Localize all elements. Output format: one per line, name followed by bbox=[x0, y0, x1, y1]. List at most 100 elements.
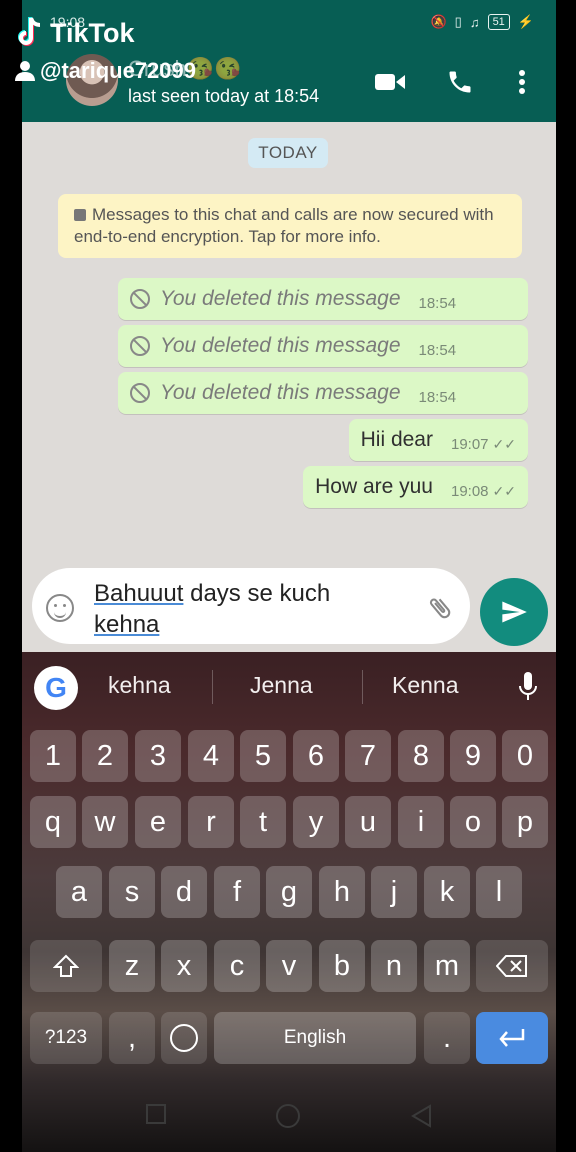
recents-button[interactable] bbox=[146, 1104, 166, 1124]
user-icon bbox=[15, 61, 35, 81]
home-button[interactable] bbox=[276, 1104, 300, 1128]
phone-icon[interactable] bbox=[442, 66, 478, 98]
key-1[interactable]: 1 bbox=[30, 730, 76, 782]
key-j[interactable]: j bbox=[371, 866, 417, 918]
message-text: You deleted this message bbox=[160, 287, 401, 310]
divider bbox=[212, 670, 213, 704]
suggestion-3[interactable]: Kenna bbox=[392, 672, 459, 699]
key-z[interactable]: z bbox=[109, 940, 155, 992]
suggestion-bar: G kehna Jenna Kenna bbox=[22, 652, 556, 720]
key-w[interactable]: w bbox=[82, 796, 128, 848]
key-v[interactable]: v bbox=[266, 940, 312, 992]
key-b[interactable]: b bbox=[319, 940, 365, 992]
key-m[interactable]: m bbox=[424, 940, 470, 992]
mic-icon[interactable] bbox=[516, 670, 540, 704]
message-bubble[interactable]: Hii dear 19:07 ✓✓ bbox=[348, 419, 528, 461]
key-3[interactable]: 3 bbox=[135, 730, 181, 782]
input-text-rest: days se kuch bbox=[183, 580, 331, 607]
key-f[interactable]: f bbox=[214, 866, 260, 918]
key-l[interactable]: l bbox=[476, 866, 522, 918]
space-key[interactable]: English bbox=[214, 1012, 416, 1064]
key-g[interactable]: g bbox=[266, 866, 312, 918]
emoji-icon[interactable] bbox=[46, 594, 74, 622]
phone-screen: 19:08 🔕 ▯ ♫ 51 ⚡ Crush😘😘 last seen today… bbox=[22, 0, 556, 1152]
enter-key[interactable] bbox=[476, 1012, 548, 1064]
key-i[interactable]: i bbox=[398, 796, 444, 848]
send-icon bbox=[502, 601, 527, 623]
more-vert-icon[interactable] bbox=[504, 66, 540, 98]
key-p[interactable]: p bbox=[502, 796, 548, 848]
emoji-key[interactable] bbox=[161, 1012, 207, 1064]
message-bubble[interactable]: You deleted this message 18:54 bbox=[118, 278, 528, 320]
suggestion-2[interactable]: Jenna bbox=[250, 672, 313, 699]
key-n[interactable]: n bbox=[371, 940, 417, 992]
video-call-icon[interactable] bbox=[372, 66, 408, 98]
encryption-notice[interactable]: Messages to this chat and calls are now … bbox=[58, 194, 522, 258]
shift-key[interactable] bbox=[30, 940, 102, 992]
key-9[interactable]: 9 bbox=[450, 730, 496, 782]
message-bubble[interactable]: How are yuu 19:08 ✓✓ bbox=[303, 466, 528, 508]
date-separator: TODAY bbox=[248, 138, 328, 168]
message-bubble[interactable]: You deleted this message 18:54 bbox=[118, 372, 528, 414]
vibrate-icon: ▯ bbox=[454, 14, 462, 29]
read-ticks-icon: ✓✓ bbox=[492, 435, 516, 452]
status-icons: 🔕 ▯ ♫ 51 ⚡ bbox=[430, 14, 534, 30]
message-time: 19:07 bbox=[450, 435, 489, 453]
key-5[interactable]: 5 bbox=[240, 730, 286, 782]
tiktok-username: @tarique72099 bbox=[14, 58, 196, 84]
key-k[interactable]: k bbox=[424, 866, 470, 918]
message-input-text[interactable]: Bahuuut days se kuch kehna bbox=[94, 578, 394, 640]
key-4[interactable]: 4 bbox=[188, 730, 234, 782]
mute-icon: 🔕 bbox=[430, 14, 447, 29]
charging-icon: ⚡ bbox=[517, 14, 534, 29]
enter-icon bbox=[499, 1029, 525, 1047]
comma-key[interactable]: , bbox=[109, 1012, 155, 1064]
key-q[interactable]: q bbox=[30, 796, 76, 848]
message-time: 18:54 bbox=[418, 388, 457, 406]
google-icon[interactable]: G bbox=[34, 666, 78, 710]
message-input[interactable]: Bahuuut days se kuch kehna bbox=[32, 568, 470, 644]
encryption-notice-text: Messages to this chat and calls are now … bbox=[74, 205, 494, 246]
message-time: 18:54 bbox=[418, 294, 457, 312]
key-c[interactable]: c bbox=[214, 940, 260, 992]
deleted-icon bbox=[130, 336, 150, 356]
backspace-key[interactable] bbox=[476, 940, 548, 992]
key-7[interactable]: 7 bbox=[345, 730, 391, 782]
key-d[interactable]: d bbox=[161, 866, 207, 918]
period-key[interactable]: . bbox=[424, 1012, 470, 1064]
key-0[interactable]: 0 bbox=[502, 730, 548, 782]
backspace-icon bbox=[495, 955, 527, 977]
headset-icon: ♫ bbox=[469, 14, 480, 30]
key-8[interactable]: 8 bbox=[398, 730, 444, 782]
key-r[interactable]: r bbox=[188, 796, 234, 848]
last-seen-status: last seen today at 18:54 bbox=[128, 86, 320, 106]
key-s[interactable]: s bbox=[109, 866, 155, 918]
key-o[interactable]: o bbox=[450, 796, 496, 848]
tiktok-logo-icon bbox=[18, 17, 41, 46]
key-2[interactable]: 2 bbox=[82, 730, 128, 782]
key-e[interactable]: e bbox=[135, 796, 181, 848]
symbols-key[interactable]: ?123 bbox=[30, 1012, 102, 1064]
key-t[interactable]: t bbox=[240, 796, 286, 848]
key-h[interactable]: h bbox=[319, 866, 365, 918]
key-u[interactable]: u bbox=[345, 796, 391, 848]
message-text: Hii dear bbox=[360, 428, 433, 451]
attach-icon[interactable] bbox=[426, 594, 454, 622]
message-time: 18:54 bbox=[418, 341, 457, 359]
read-ticks-icon: ✓✓ bbox=[492, 482, 516, 499]
send-button[interactable] bbox=[480, 578, 548, 646]
composing-word: kehna bbox=[94, 611, 160, 638]
message-text: How are yuu bbox=[315, 475, 433, 498]
tiktok-watermark: TikTok bbox=[14, 16, 135, 50]
back-button[interactable] bbox=[410, 1104, 432, 1128]
key-x[interactable]: x bbox=[161, 940, 207, 992]
tiktok-username-text: @tarique72099 bbox=[40, 58, 196, 83]
emoji-icon bbox=[170, 1024, 198, 1052]
battery-icon: 51 bbox=[487, 14, 510, 30]
suggestion-1[interactable]: kehna bbox=[108, 672, 171, 699]
message-bubble[interactable]: You deleted this message 18:54 bbox=[118, 325, 528, 367]
key-y[interactable]: y bbox=[293, 796, 339, 848]
deleted-icon bbox=[130, 383, 150, 403]
key-6[interactable]: 6 bbox=[293, 730, 339, 782]
key-a[interactable]: a bbox=[56, 866, 102, 918]
